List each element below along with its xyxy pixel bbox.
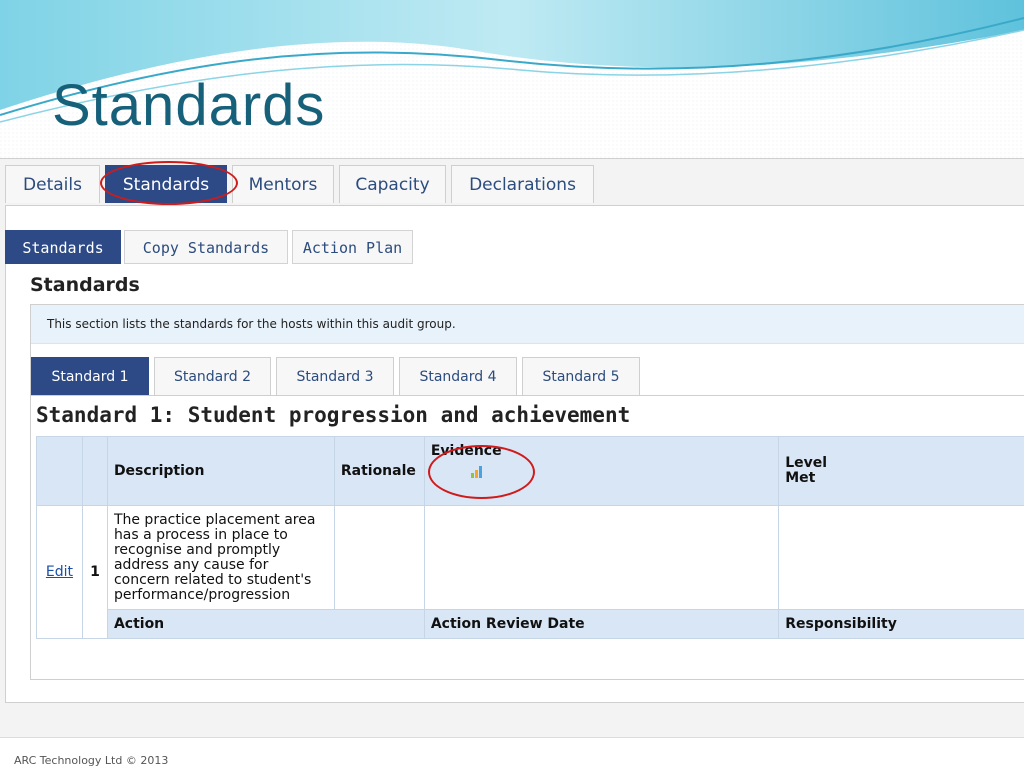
row-number: 1: [82, 506, 107, 639]
header-evidence-label: Evidence: [431, 443, 772, 459]
action-header-row: Action Action Review Date Responsibility: [37, 610, 1024, 639]
standard-table: Description Rationale Evidence Level: [36, 436, 1024, 639]
subtab-standards[interactable]: Standards: [5, 230, 121, 264]
subtab-copy-standards[interactable]: Copy Standards: [124, 230, 288, 264]
header-responsibility: Responsibility: [779, 610, 1024, 639]
table-row: Edit 1 The practice placement area has a…: [37, 506, 1024, 610]
header-number-col: [82, 437, 107, 506]
header-action-review-date: Action Review Date: [424, 610, 778, 639]
table-header-row: Description Rationale Evidence Level: [37, 437, 1024, 506]
slide-title: Standards: [52, 72, 325, 139]
edit-cell: Edit: [37, 506, 83, 639]
standard-tab-bar: Standard 1 Standard 2 Standard 3 Standar…: [31, 357, 1024, 396]
app-window: Details Standards Mentors Capacity Decla…: [0, 158, 1024, 769]
header-level-met-line1: Level: [785, 456, 1024, 471]
bar-chart-icon[interactable]: [469, 463, 485, 479]
header-edit-col: [37, 437, 83, 506]
description-cell: The practice placement area has a proces…: [107, 506, 334, 610]
footer: ARC Technology Ltd © 2013: [0, 737, 1024, 770]
header-level-met-line2: Met: [785, 471, 1024, 486]
header-rationale: Rationale: [334, 437, 424, 506]
rationale-cell: [334, 506, 424, 610]
standard-heading: Standard 1: Student progression and achi…: [36, 403, 630, 427]
tab-details[interactable]: Details: [5, 165, 100, 203]
footer-copyright: ARC Technology Ltd © 2013: [14, 754, 168, 767]
tab-standards[interactable]: Standards: [105, 165, 227, 203]
standards-content-box: This section lists the standards for the…: [30, 304, 1024, 680]
tab-capacity[interactable]: Capacity: [339, 165, 446, 203]
section-title: Standards: [30, 274, 140, 296]
header-level-met: Level Met: [779, 437, 1024, 506]
tab-standard-5[interactable]: Standard 5: [522, 357, 640, 395]
standards-panel: Standards Copy Standards Action Plan Sta…: [5, 206, 1024, 703]
tab-standard-1[interactable]: Standard 1: [31, 357, 149, 395]
info-message: This section lists the standards for the…: [31, 305, 1024, 344]
header-description: Description: [107, 437, 334, 506]
header-action: Action: [107, 610, 424, 639]
header-evidence: Evidence: [424, 437, 778, 506]
tab-declarations[interactable]: Declarations: [451, 165, 594, 203]
evidence-cell: [424, 506, 778, 610]
tab-standard-4[interactable]: Standard 4: [399, 357, 517, 395]
edit-link[interactable]: Edit: [46, 564, 73, 580]
subtab-action-plan[interactable]: Action Plan: [292, 230, 413, 264]
tab-standard-2[interactable]: Standard 2: [154, 357, 271, 395]
tab-mentors[interactable]: Mentors: [232, 165, 334, 203]
level-met-cell: [779, 506, 1024, 610]
tab-standard-3[interactable]: Standard 3: [276, 357, 394, 395]
